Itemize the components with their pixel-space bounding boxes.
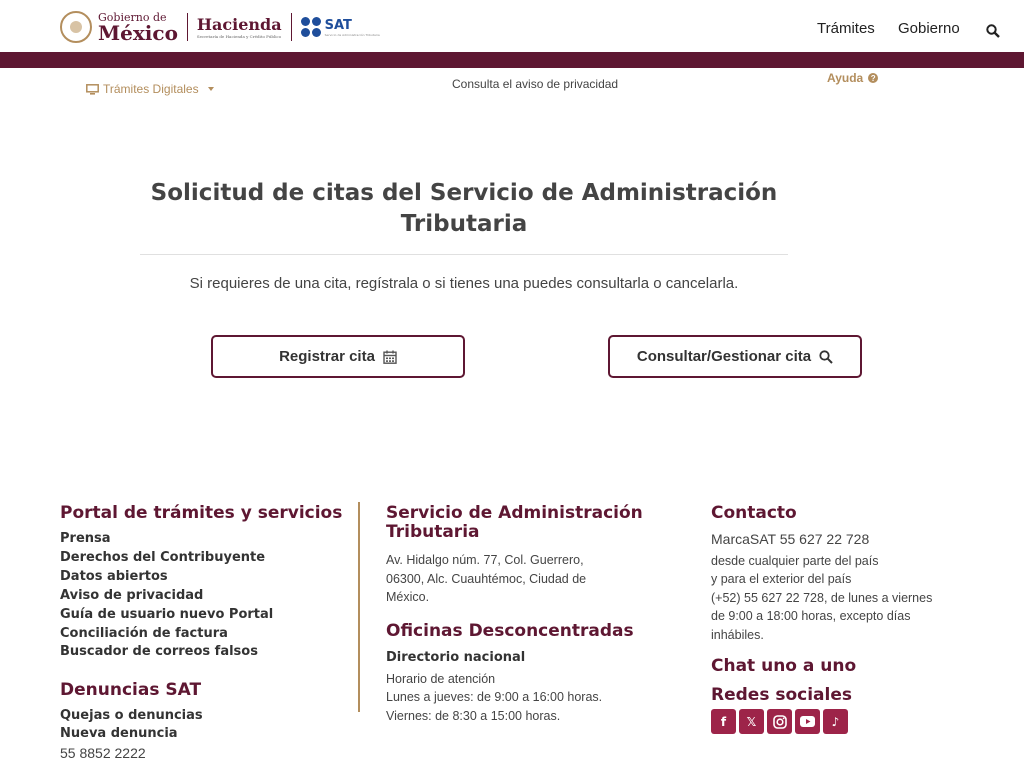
- page-title: Solicitud de citas del Servicio de Admin…: [150, 180, 778, 237]
- directorio-link[interactable]: Directorio nacional: [386, 650, 525, 665]
- footer-link-prensa[interactable]: Prensa: [60, 531, 111, 546]
- search-icon: [819, 349, 833, 364]
- portal-heading: Portal de trámites y servicios: [60, 503, 343, 523]
- contacto-heading: Contacto: [711, 503, 797, 523]
- oficinas-heading: Oficinas Desconcentradas: [386, 621, 634, 641]
- title-divider: [140, 254, 788, 255]
- address-line-2: 06300, Alc. Cuauhtémoc, Ciudad de: [386, 572, 587, 586]
- register-appointment-button[interactable]: Registrar cita: [211, 335, 465, 378]
- top-header: Gobierno de México Hacienda Secretaría d…: [0, 0, 1024, 52]
- horario-line-2: Lunes a jueves: de 9:00 a 16:00 horas.: [386, 690, 603, 704]
- contacto-line-3: (+52) 55 627 22 728, de lunes a viernes: [711, 591, 933, 605]
- horario-line-3: Viernes: de 8:30 a 15:00 horas.: [386, 709, 561, 723]
- social-icons: f 𝕏 ♪: [711, 709, 848, 734]
- contacto-line-2: y para el exterior del país: [711, 572, 852, 586]
- footer-link-quejas[interactable]: Quejas o denuncias: [60, 708, 203, 723]
- sat-dots-icon: [300, 17, 321, 37]
- chat-heading[interactable]: Chat uno a uno: [711, 657, 856, 676]
- privacy-link[interactable]: Consulta el aviso de privacidad: [452, 77, 618, 91]
- tramites-digitales-dropdown[interactable]: Trámites Digitales: [86, 82, 214, 96]
- footer-link-buscador[interactable]: Buscador de correos falsos: [60, 644, 258, 659]
- sat-heading: Servicio de Administración Tributaria: [386, 503, 643, 542]
- instagram-icon[interactable]: [767, 709, 792, 734]
- address-line-1: Av. Hidalgo núm. 77, Col. Guerrero,: [386, 553, 584, 567]
- consult-appointment-button[interactable]: Consultar/Gestionar cita: [608, 335, 862, 378]
- calendar-icon: [383, 350, 397, 364]
- footer-link-guia[interactable]: Guía de usuario nuevo Portal: [60, 607, 273, 622]
- register-label: Registrar cita: [279, 348, 375, 365]
- footer-divider: [358, 502, 360, 712]
- contacto-line-4: de 9:00 a 18:00 horas, excepto días: [711, 609, 911, 623]
- logo-divider: [290, 13, 292, 41]
- monitor-icon: [86, 83, 99, 95]
- address-line-3: México.: [386, 590, 430, 604]
- intro-text: Si requieres de una cita, regístrala o s…: [189, 275, 739, 292]
- contacto-phone: MarcaSAT 55 627 22 728: [711, 531, 870, 547]
- mexico-seal-icon: [60, 11, 92, 43]
- sat-logo: SAT Servicio de Administración Tributaria: [300, 17, 380, 37]
- footer-link-aviso[interactable]: Aviso de privacidad: [60, 588, 203, 603]
- denuncias-phone: 55 8852 2222: [60, 745, 146, 761]
- footer-link-conciliacion[interactable]: Conciliación de factura: [60, 626, 228, 641]
- caret-down-icon: [207, 87, 214, 91]
- search-icon[interactable]: [986, 24, 1000, 38]
- redes-heading: Redes sociales: [711, 685, 853, 705]
- logo-divider: [186, 13, 188, 41]
- tiktok-icon[interactable]: ♪: [823, 709, 848, 734]
- footer-link-derechos[interactable]: Derechos del Contribuyente: [60, 550, 265, 565]
- hacienda-logo: Hacienda Secretaría de Hacienda y Crédit…: [196, 15, 282, 39]
- youtube-icon[interactable]: [795, 709, 820, 734]
- nav-gobierno[interactable]: Gobierno: [898, 20, 960, 37]
- contacto-line-5: inhábiles.: [711, 628, 764, 642]
- help-label: Ayuda: [827, 71, 864, 85]
- denuncias-heading: Denuncias SAT: [60, 680, 202, 700]
- consult-label: Consultar/Gestionar cita: [636, 348, 812, 365]
- logo-group[interactable]: Gobierno de México Hacienda Secretaría d…: [60, 10, 380, 44]
- footer-link-datos[interactable]: Datos abiertos: [60, 569, 168, 584]
- x-icon[interactable]: 𝕏: [739, 709, 764, 734]
- header-band: [0, 52, 1024, 68]
- gobierno-mexico-logo: Gobierno de México: [98, 10, 178, 45]
- footer-link-nueva-denuncia[interactable]: Nueva denuncia: [60, 726, 178, 741]
- facebook-icon[interactable]: f: [711, 709, 736, 734]
- nav-tramites[interactable]: Trámites: [817, 20, 875, 37]
- horario-line-1: Horario de atención: [386, 672, 496, 686]
- question-icon: ?: [868, 73, 879, 83]
- help-link[interactable]: Ayuda ?: [827, 71, 879, 85]
- tramites-digitales-label: Trámites Digitales: [103, 82, 199, 96]
- contacto-line-1: desde cualquier parte del país: [711, 554, 879, 568]
